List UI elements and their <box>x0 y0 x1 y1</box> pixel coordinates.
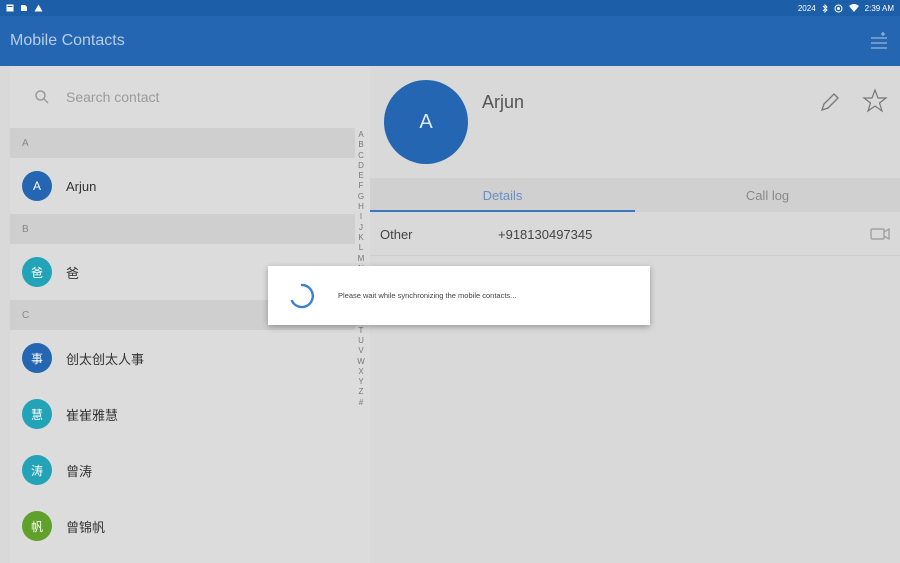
contact-name: 曾涛 <box>66 463 93 479</box>
phone-label: Other <box>380 227 413 242</box>
alphabet-letter[interactable]: A <box>358 130 363 140</box>
alphabet-letter[interactable]: D <box>358 161 364 171</box>
avatar: 帆 <box>22 511 52 541</box>
contact-item[interactable]: A Arjun <box>10 158 355 214</box>
screen-icon <box>6 4 14 12</box>
contact-item[interactable]: 慧 崔崔雅慧 <box>10 386 355 442</box>
contact-item[interactable]: 事 创太创太人事 <box>10 330 355 386</box>
tab-details[interactable]: Details <box>370 178 635 212</box>
search-icon <box>35 90 49 104</box>
sim-icon <box>21 5 27 11</box>
alphabet-letter[interactable]: C <box>358 151 364 161</box>
avatar: 慧 <box>22 399 52 429</box>
alphabet-letter[interactable]: X <box>358 367 363 377</box>
alphabet-letter[interactable]: M <box>358 254 365 264</box>
sync-progress-dialog: Please wait while synchronizing the mobi… <box>268 266 650 325</box>
sync-message: Please wait while synchronizing the mobi… <box>338 291 517 300</box>
alphabet-letter[interactable]: W <box>357 357 365 367</box>
alphabet-letter[interactable]: B <box>358 140 363 150</box>
alphabet-letter[interactable]: Y <box>358 377 363 387</box>
contact-name: Arjun <box>66 178 97 194</box>
contact-name: 曾锦帆 <box>66 519 106 535</box>
alphabet-letter[interactable]: V <box>358 346 363 356</box>
alphabet-letter[interactable]: K <box>358 233 363 243</box>
alphabet-letter[interactable]: F <box>359 181 364 191</box>
alphabet-letter[interactable]: I <box>360 212 362 222</box>
pencil-icon <box>820 93 839 112</box>
alphabet-letter[interactable]: Z <box>359 387 364 397</box>
alphabet-letter[interactable]: U <box>358 336 364 346</box>
phone-number: +918130497345 <box>498 227 593 242</box>
location-icon <box>834 4 843 12</box>
avatar: 事 <box>22 343 52 373</box>
detail-name: Arjun <box>482 92 525 112</box>
phone-row[interactable]: Other +918130497345 <box>370 214 900 256</box>
contact-name: 崔崔雅慧 <box>66 407 119 423</box>
contact-item[interactable]: 涛 曾涛 <box>10 442 355 498</box>
alphabet-letter[interactable]: # <box>359 398 363 408</box>
alphabet-letter[interactable]: H <box>358 202 364 212</box>
alphabet-letter[interactable]: T <box>359 326 364 336</box>
loading-spinner-icon <box>290 283 314 308</box>
app-bar: Mobile Contacts <box>0 16 900 66</box>
section-header-a: A <box>10 128 355 158</box>
detail-avatar: A <box>384 80 468 164</box>
video-call-icon[interactable] <box>870 227 890 241</box>
tab-call-log[interactable]: Call log <box>635 178 900 212</box>
bluetooth-icon <box>822 3 828 13</box>
status-year: 2024 <box>797 3 816 13</box>
avatar: 爸 <box>22 257 52 287</box>
edit-button[interactable] <box>818 90 842 114</box>
app-title: Mobile Contacts <box>10 32 125 49</box>
favorite-button[interactable] <box>862 88 888 114</box>
wifi-icon <box>848 3 859 12</box>
avatar: A <box>22 171 52 201</box>
detail-tabs: Details Call log <box>370 178 900 212</box>
status-bar: 2024 2:39 AM <box>0 0 900 16</box>
warning-icon <box>34 4 43 12</box>
search-placeholder: Search contact <box>66 89 160 105</box>
avatar: 涛 <box>22 455 52 485</box>
star-icon <box>862 88 888 113</box>
alphabet-letter[interactable]: L <box>359 243 363 253</box>
section-header-b: B <box>10 214 355 244</box>
alphabet-letter[interactable]: E <box>358 171 363 181</box>
alphabet-letter[interactable]: J <box>359 223 363 233</box>
add-list-icon[interactable] <box>868 30 890 52</box>
search-input[interactable]: Search contact <box>10 66 370 128</box>
alphabet-letter[interactable]: G <box>358 192 364 202</box>
contact-item[interactable]: 帆 曾锦帆 <box>10 498 355 554</box>
contact-name: 爸 <box>66 265 80 281</box>
contact-name: 创太创太人事 <box>66 351 145 367</box>
status-time: 2:39 AM <box>864 3 894 13</box>
